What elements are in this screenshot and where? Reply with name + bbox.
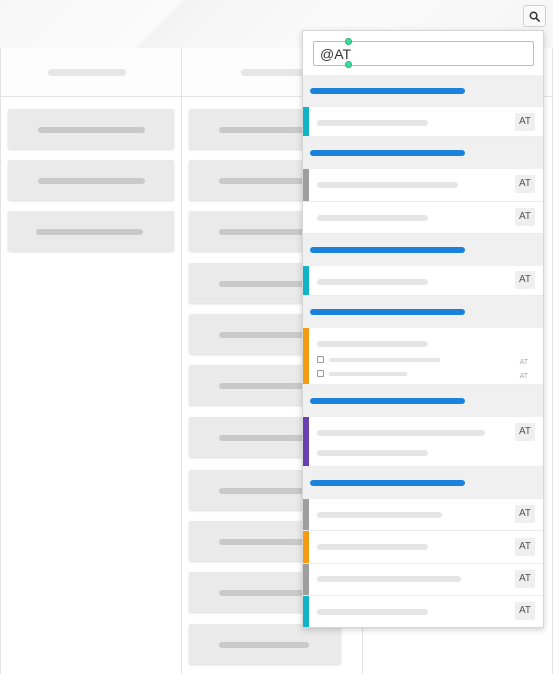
search-bar bbox=[303, 31, 543, 75]
result-item[interactable]: AT bbox=[303, 531, 543, 564]
selection-handle-bottom[interactable] bbox=[345, 61, 352, 68]
assignee-badge: AT bbox=[515, 570, 535, 588]
board-card[interactable] bbox=[8, 211, 174, 251]
assignee-badge: AT bbox=[515, 423, 535, 441]
board-card[interactable] bbox=[8, 160, 174, 200]
assignee-badge: AT bbox=[515, 271, 535, 289]
result-item[interactable]: AT bbox=[303, 169, 543, 202]
assignee-badge: AT bbox=[515, 113, 535, 131]
result-group-header bbox=[303, 75, 543, 107]
assignee-badge: AT bbox=[515, 505, 535, 523]
result-group-header bbox=[303, 137, 543, 169]
results-list: AT AT AT AT AT AT AT AT AT AT AT bbox=[303, 75, 543, 627]
result-item[interactable]: AT AT bbox=[303, 328, 543, 385]
result-group-header bbox=[303, 467, 543, 499]
result-item[interactable]: AT bbox=[303, 202, 543, 234]
result-item[interactable]: AT bbox=[303, 107, 543, 137]
result-item[interactable]: AT bbox=[303, 417, 543, 467]
search-results-panel: AT AT AT AT AT AT bbox=[302, 30, 544, 628]
result-item[interactable]: AT bbox=[303, 499, 543, 531]
board-card[interactable] bbox=[8, 109, 174, 149]
column-header bbox=[1, 48, 181, 97]
search-icon bbox=[529, 11, 540, 22]
result-group-header bbox=[303, 234, 543, 266]
selection-handle-top[interactable] bbox=[345, 38, 352, 45]
board-card[interactable] bbox=[189, 624, 341, 664]
result-item[interactable]: AT bbox=[303, 564, 543, 596]
checklist-checkbox[interactable] bbox=[317, 370, 324, 377]
assignee-badge: AT bbox=[515, 602, 535, 620]
checklist-checkbox[interactable] bbox=[317, 356, 324, 363]
assignee-badge: AT bbox=[515, 208, 535, 226]
result-item[interactable]: AT bbox=[303, 266, 543, 296]
board-column bbox=[0, 48, 182, 674]
search-button[interactable] bbox=[523, 5, 546, 27]
checklist-assignee: AT bbox=[519, 359, 528, 366]
result-item[interactable]: AT bbox=[303, 596, 543, 627]
assignee-badge: AT bbox=[515, 175, 535, 193]
result-group-header bbox=[303, 296, 543, 328]
result-group-header bbox=[303, 385, 543, 417]
assignee-badge: AT bbox=[515, 538, 535, 556]
checklist-assignee: AT bbox=[519, 373, 528, 380]
